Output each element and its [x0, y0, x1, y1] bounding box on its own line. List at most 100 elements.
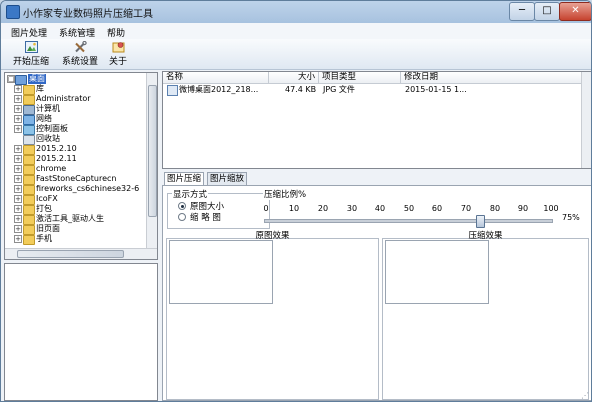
- compressed-preview-image: [385, 240, 489, 304]
- minimize-button[interactable]: ─: [509, 2, 535, 21]
- compressed-preview-pane: 压缩效果: [382, 231, 589, 400]
- tree-expander[interactable]: +: [14, 195, 22, 203]
- tree-horizontal-scrollbar[interactable]: [5, 248, 157, 259]
- recycle-bin-icon: [23, 135, 35, 145]
- image-file-icon: [167, 85, 178, 96]
- menu-system-management[interactable]: 系统管理: [59, 26, 95, 39]
- compression-ratio-group: 压缩比例% 0 10 20 30 40 50 60 70 80 90 100 7…: [257, 188, 583, 228]
- folder-icon: [23, 175, 35, 185]
- tick-label: 100: [543, 204, 559, 213]
- tree-expander[interactable]: +: [14, 175, 22, 183]
- tree-expander[interactable]: +: [14, 205, 22, 213]
- folder-tree[interactable]: □ 桌面 + 库 + Administrator + 计算机 + 网络 + 控制…: [4, 72, 158, 260]
- tick-label: 30: [346, 204, 358, 213]
- compression-ratio-title: 压缩比例%: [263, 188, 308, 200]
- folder-icon: [23, 155, 35, 165]
- tree-expander[interactable]: +: [14, 215, 22, 223]
- file-row[interactable]: 微博桌面2012_218... 47.4 KB JPG 文件 2015-01-1…: [163, 84, 591, 96]
- column-type[interactable]: 项目类型: [319, 72, 401, 83]
- app-window: 小作家专业数码照片压缩工具 ─ □ ✕ 图片处理 系统管理 帮助 开始压缩 系统…: [0, 0, 592, 402]
- menu-image-processing[interactable]: 图片处理: [11, 26, 47, 39]
- about-button[interactable]: 关于: [105, 41, 131, 67]
- original-preview-pane: 原图效果: [166, 231, 379, 400]
- tree-expander[interactable]: +: [14, 225, 22, 233]
- tick-label: 90: [517, 204, 529, 213]
- tick-label: 40: [374, 204, 386, 213]
- tick-label: 60: [431, 204, 443, 213]
- scrollbar-thumb[interactable]: [148, 85, 157, 217]
- menu-help[interactable]: 帮助: [107, 26, 125, 39]
- menu-bar: 图片处理 系统管理 帮助: [1, 23, 591, 39]
- original-preview-image: [169, 240, 273, 304]
- compression-slider-thumb[interactable]: [475, 215, 485, 228]
- toolbar: 开始压缩 系统设置 关于: [1, 39, 591, 70]
- about-icon: [112, 42, 124, 53]
- folder-icon: [23, 235, 35, 245]
- file-list-header: 名称 大小 项目类型 修改日期: [163, 72, 591, 84]
- user-icon: [23, 95, 35, 105]
- folder-icon: [23, 205, 35, 215]
- compression-slider-track[interactable]: [264, 219, 553, 223]
- computer-icon: [23, 105, 35, 115]
- tick-label: 70: [460, 204, 472, 213]
- file-name: 微博桌面2012_218...: [179, 85, 259, 94]
- tree-expander[interactable]: +: [14, 235, 22, 243]
- tree-expander[interactable]: +: [14, 145, 22, 153]
- tree-expander[interactable]: +: [14, 165, 22, 173]
- column-size[interactable]: 大小: [269, 72, 319, 83]
- close-button[interactable]: ✕: [559, 2, 591, 21]
- tools-icon: [74, 41, 87, 53]
- tree-expander[interactable]: +: [14, 125, 22, 133]
- folder-icon: [23, 215, 35, 225]
- title-bar[interactable]: 小作家专业数码照片压缩工具 ─ □ ✕: [1, 1, 591, 23]
- tab-resize[interactable]: 图片缩放: [207, 172, 248, 185]
- folder-icon: [23, 225, 35, 235]
- tree-expander[interactable]: +: [14, 95, 22, 103]
- radio-thumbnail[interactable]: 缩 略 图: [178, 213, 221, 223]
- tick-label: 10: [288, 204, 300, 213]
- system-settings-button[interactable]: 系统设置: [58, 41, 102, 67]
- column-date[interactable]: 修改日期: [401, 72, 591, 83]
- folder-icon: [23, 165, 35, 175]
- tree-vertical-scrollbar[interactable]: [146, 73, 157, 248]
- file-list[interactable]: 名称 大小 项目类型 修改日期 微博桌面2012_218... 47.4 KB …: [162, 71, 591, 169]
- folder-icon: [23, 195, 35, 205]
- app-icon: [6, 5, 20, 19]
- radio-indicator: [178, 202, 186, 210]
- scrollbar-thumb[interactable]: [17, 250, 124, 258]
- column-name[interactable]: 名称: [163, 72, 269, 83]
- resize-grip-icon[interactable]: ⋰: [581, 392, 589, 400]
- tree-expander[interactable]: +: [14, 105, 22, 113]
- file-list-scrollbar[interactable]: [581, 72, 591, 168]
- radio-indicator: [178, 213, 186, 221]
- window-title: 小作家专业数码照片压缩工具: [23, 9, 153, 20]
- network-icon: [23, 115, 35, 125]
- compression-value: 75%: [562, 213, 580, 222]
- control-panel-icon: [23, 125, 35, 135]
- tab-compress[interactable]: 图片压缩: [164, 172, 205, 186]
- file-size: 47.4 KB: [285, 85, 317, 94]
- display-mode-group: 显示方式 原图大小 缩 略 图: [167, 188, 270, 229]
- tree-expander[interactable]: +: [14, 115, 22, 123]
- folder-icon: [23, 145, 35, 155]
- tick-label: 20: [317, 204, 329, 213]
- tick-label: 0: [263, 204, 269, 213]
- info-panel: [4, 263, 158, 401]
- maximize-button[interactable]: □: [534, 2, 560, 21]
- tree-expander[interactable]: +: [14, 85, 22, 93]
- start-compress-button[interactable]: 开始压缩: [9, 41, 53, 67]
- image-icon: [24, 41, 38, 53]
- desktop-icon: [15, 75, 27, 85]
- tree-expander[interactable]: +: [14, 155, 22, 163]
- tick-label: 80: [489, 204, 501, 213]
- file-date: 2015-01-15 1...: [405, 85, 467, 94]
- folder-icon: [23, 185, 35, 195]
- tree-expander[interactable]: +: [14, 185, 22, 193]
- library-icon: [23, 85, 35, 95]
- display-mode-title: 显示方式: [172, 188, 209, 200]
- file-type: JPG 文件: [323, 85, 355, 94]
- compress-tab-panel: 显示方式 原图大小 缩 略 图 压缩比例% 0 10 20 30 40 50 6…: [162, 185, 591, 401]
- radio-original-size[interactable]: 原图大小: [178, 202, 224, 212]
- tick-label: 50: [403, 204, 415, 213]
- tree-expander[interactable]: □: [7, 75, 15, 83]
